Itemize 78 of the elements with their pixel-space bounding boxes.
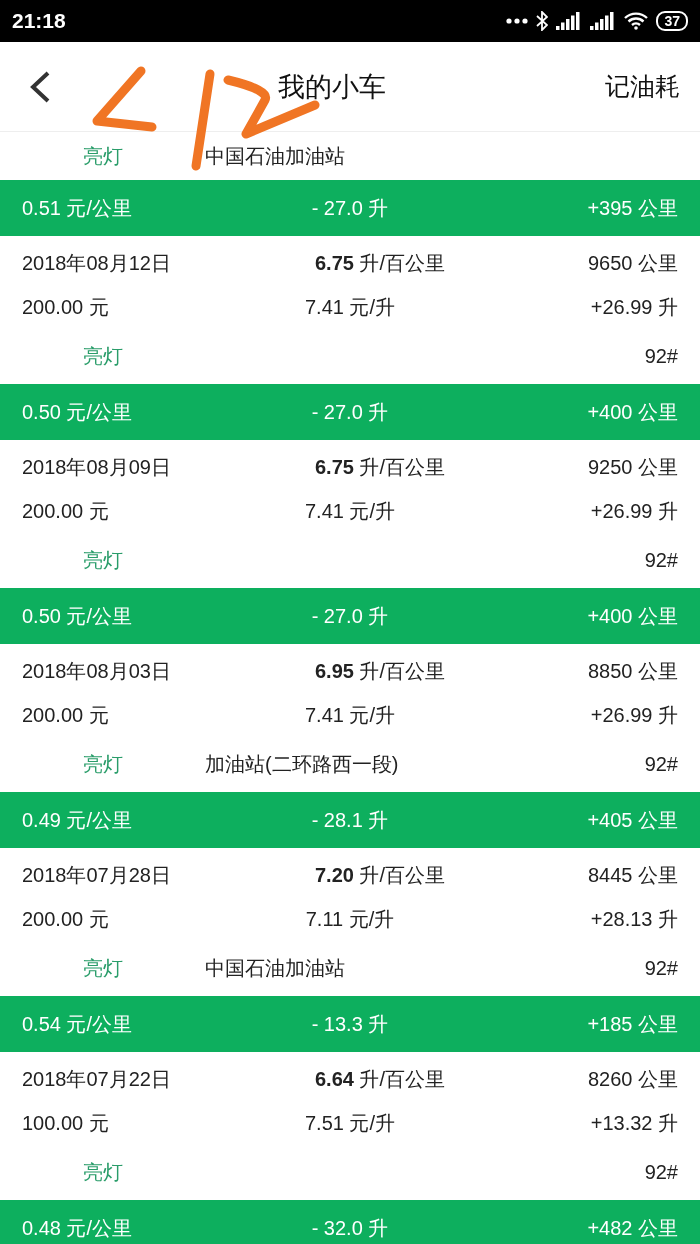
cost-per-km: 0.50 元/公里 (22, 603, 133, 629)
station: 加油站(二环路西一段) (205, 751, 399, 777)
tag: 亮灯 (22, 342, 205, 370)
distance: +185 公里 (587, 1011, 678, 1037)
station: 中国石油加油站 (205, 143, 345, 169)
amount: 200.00 元 (22, 294, 109, 320)
odometer: 9250 公里 (587, 454, 678, 480)
amount: 200.00 元 (22, 702, 109, 728)
price: 7.41 元/升 (304, 294, 395, 320)
fuel-used: - 27.0 升 (311, 603, 389, 629)
amount: 200.00 元 (22, 498, 109, 524)
fuel-consumption: 6.95 升/百公里 (313, 658, 446, 684)
distance: +405 公里 (587, 807, 678, 833)
record-row[interactable]: 2018年08月12日 6.75 升/百公里 9650 公里 200.00 元 7.41 元/升 +26.99 升 亮灯 92# (0, 236, 700, 384)
odometer: 8445 公里 (587, 862, 678, 888)
date: 2018年08月12日 (22, 250, 171, 276)
fuel-used: - 13.3 升 (311, 1011, 389, 1037)
battery-level: 37 (656, 11, 688, 31)
distance: +395 公里 (587, 195, 678, 221)
fuel-used: - 28.1 升 (311, 807, 389, 833)
fuel-consumption: 6.75 升/百公里 (313, 250, 446, 276)
signal-icon (556, 12, 583, 30)
station: 中国石油加油站 (205, 955, 345, 981)
record-row[interactable]: 2018年07月28日 7.20 升/百公里 8445 公里 200.00 元 7.11 元/升 +28.13 升 亮灯 中国石油加油站 92# (0, 848, 700, 996)
price: 7.51 元/升 (304, 1110, 395, 1136)
tag: 亮灯 (22, 546, 205, 574)
added-fuel: +13.32 升 (590, 1110, 678, 1136)
distance: +482 公里 (587, 1215, 678, 1241)
record-row[interactable]: 2018年08月09日 6.75 升/百公里 9250 公里 200.00 元 7.41 元/升 +26.99 升 亮灯 92# (0, 440, 700, 588)
odometer: 8260 公里 (587, 1066, 678, 1092)
odometer: 8850 公里 (587, 658, 678, 684)
bluetooth-icon (536, 11, 549, 31)
amount: 200.00 元 (22, 906, 109, 932)
cost-per-km: 0.48 元/公里 (22, 1215, 133, 1241)
fuel-grade: 92# (644, 1160, 678, 1184)
date: 2018年07月22日 (22, 1066, 171, 1092)
date: 2018年07月28日 (22, 862, 171, 888)
price: 7.41 元/升 (304, 702, 395, 728)
amount: 100.00 元 (22, 1110, 109, 1136)
fuel-grade: 92# (644, 548, 678, 572)
added-fuel: +26.99 升 (590, 498, 678, 524)
fuel-consumption: 6.64 升/百公里 (313, 1066, 446, 1092)
fuel-consumption: 6.75 升/百公里 (313, 454, 446, 480)
distance: +400 公里 (587, 399, 678, 425)
added-fuel: +26.99 升 (590, 702, 678, 728)
distance: +400 公里 (587, 603, 678, 629)
tag: 亮灯 (22, 954, 205, 982)
cost-per-km: 0.54 元/公里 (22, 1011, 133, 1037)
fuel-used: - 32.0 升 (311, 1215, 389, 1241)
record-row[interactable]: 2018年07月22日 6.64 升/百公里 8260 公里 100.00 元 7.51 元/升 +13.32 升 亮灯 92# (0, 1052, 700, 1200)
more-icon (506, 18, 529, 24)
added-fuel: +28.13 升 (590, 906, 678, 932)
fuel-used: - 27.0 升 (311, 399, 389, 425)
tag: 亮灯 (22, 142, 205, 170)
tag: 亮灯 (22, 750, 205, 778)
tag: 亮灯 (22, 1158, 205, 1186)
fuel-used: - 27.0 升 (311, 195, 389, 221)
cost-per-km: 0.50 元/公里 (22, 399, 133, 425)
added-fuel: +26.99 升 (590, 294, 678, 320)
cost-per-km: 0.49 元/公里 (22, 807, 133, 833)
price: 7.11 元/升 (305, 906, 395, 932)
fuel-grade: 92# (644, 344, 678, 368)
log-fuel-button[interactable]: 记油耗 (605, 70, 680, 103)
odometer: 9650 公里 (587, 250, 678, 276)
clock: 21:18 (12, 9, 66, 33)
cost-per-km: 0.51 元/公里 (22, 195, 133, 221)
wifi-icon (624, 12, 649, 30)
back-icon (28, 69, 52, 104)
date: 2018年08月09日 (22, 454, 171, 480)
record-row[interactable]: 2018年08月03日 6.95 升/百公里 8850 公里 200.00 元 7.41 元/升 +26.99 升 亮灯 加油站(二环路西一段) 92# (0, 644, 700, 792)
signal-icon (590, 12, 617, 30)
fuel-consumption: 7.20 升/百公里 (313, 862, 446, 888)
page-title: 我的小车 (277, 69, 386, 104)
price: 7.41 元/升 (304, 498, 395, 524)
record-row[interactable]: 亮灯 中国石油加油站 (0, 132, 700, 180)
date: 2018年08月03日 (22, 658, 171, 684)
fuel-grade: 92# (644, 956, 678, 980)
fuel-grade: 92# (644, 752, 678, 776)
